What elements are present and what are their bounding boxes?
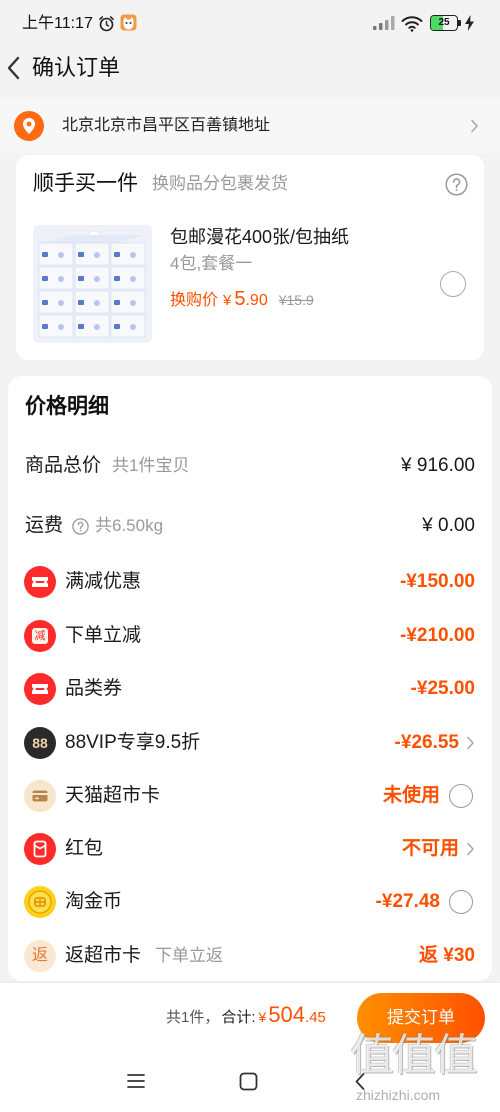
row-value: -¥25.00	[410, 678, 475, 699]
row-label: 商品总价	[25, 455, 102, 476]
gold-coin-radio[interactable]	[449, 890, 473, 914]
row-label: 88VIP专享9.5折	[65, 732, 201, 753]
row-label: 返超市卡	[65, 945, 142, 966]
gold-coin-icon	[24, 886, 56, 918]
row-label: 下单立减	[65, 625, 142, 646]
wifi-icon	[401, 16, 423, 32]
app-notification-icon	[120, 14, 137, 31]
back-nav-icon[interactable]	[354, 1072, 366, 1091]
row-value: ¥ 0.00	[422, 515, 475, 536]
price-row-red-packet[interactable]: 红包 不可用	[8, 827, 492, 871]
menu-icon[interactable]	[126, 1073, 146, 1089]
submit-order-button[interactable]: 提交订单	[357, 993, 485, 1043]
coupon-icon	[24, 566, 56, 598]
total-label: 合计:	[221, 1009, 256, 1026]
row-value: 未使用	[382, 785, 440, 806]
location-pin-icon	[14, 111, 44, 141]
back-icon[interactable]	[4, 55, 24, 81]
supermarket-card-radio[interactable]	[449, 784, 473, 808]
row-value: -¥27.48	[375, 891, 440, 912]
battery-indicator: 25	[430, 15, 461, 31]
status-time: 上午11:17	[22, 15, 93, 32]
price-row-88vip[interactable]: 88 88VIP专享9.5折 -¥26.55	[8, 721, 492, 765]
original-price: ¥15.9	[278, 292, 314, 308]
add-on-card: 顺手买一件 换购品分包裹发货 包邮漫花400张/包抽纸 4包,套餐一 换购价 ¥…	[16, 155, 484, 360]
row-sublabel: 下单立返	[155, 946, 223, 965]
add-on-select-radio[interactable]	[440, 271, 466, 297]
order-confirm-screen: 上午11:17 25 确认订单 北京北京市昌平区百善镇地址 顺手买一件 换购品分…	[0, 0, 500, 1112]
add-on-subtitle: 换购品分包裹发货	[152, 174, 288, 193]
row-value: 不可用	[401, 838, 459, 859]
product-image[interactable]	[33, 225, 152, 343]
price-currency: ¥	[223, 292, 232, 309]
checkout-bar: 共1件， 合计: ¥ 504 .45 提交订单	[0, 983, 500, 1050]
price-detail-card: 价格明细 商品总价 共1件宝贝 ¥ 916.00 运费 共6.50kg ¥ 0.…	[8, 376, 492, 981]
row-label: 品类券	[65, 678, 123, 699]
instant-discount-icon-text: 减	[32, 628, 48, 644]
total-integer: 504	[268, 1002, 306, 1027]
price-row-instant-discount: 减 下单立减 -¥210.00	[8, 614, 492, 658]
price-row-goods-total: 商品总价 共1件宝贝 ¥ 916.00	[8, 444, 492, 488]
chevron-right-icon	[471, 119, 478, 133]
product-spec: 4包,套餐一	[170, 254, 253, 273]
help-icon[interactable]	[72, 518, 89, 535]
row-label: 运费	[25, 515, 64, 536]
price-row-category-coupon: 品类券 -¥25.00	[8, 667, 492, 711]
product-name[interactable]: 包邮漫花400张/包抽纸	[170, 225, 349, 249]
chevron-right-icon[interactable]	[466, 842, 475, 856]
row-sublabel: 共6.50kg	[95, 516, 164, 535]
category-coupon-icon	[24, 673, 56, 705]
home-icon[interactable]	[239, 1072, 258, 1091]
price-label: 换购价	[170, 292, 219, 309]
row-value: ¥ 916.00	[401, 455, 475, 476]
address-text: 北京北京市昌平区百善镇地址	[62, 117, 271, 134]
rebate-icon: 返	[24, 940, 56, 972]
rebate-icon-text: 返	[31, 947, 48, 964]
total-currency: ¥	[258, 1009, 267, 1025]
charging-icon	[465, 15, 474, 31]
price-detail-title: 价格明细	[25, 395, 109, 418]
help-icon[interactable]	[445, 173, 468, 196]
vip-88-icon-text: 88	[32, 735, 48, 751]
order-total: 共1件， 合计: ¥ 504 .45	[166, 1002, 326, 1032]
red-packet-icon	[24, 833, 56, 865]
supermarket-card-icon	[24, 780, 56, 812]
row-label: 红包	[65, 838, 104, 859]
price-decimal: .90	[245, 292, 268, 309]
battery-level: 25	[438, 17, 450, 28]
row-value: -¥26.55	[394, 732, 459, 753]
row-value: -¥210.00	[399, 625, 475, 646]
row-value: -¥150.00	[399, 571, 475, 592]
price-row-rebate-card: 返 返超市卡 下单立返 返 ¥30	[8, 934, 492, 978]
system-nav-bar	[0, 1050, 500, 1112]
chevron-right-icon[interactable]	[466, 736, 475, 750]
row-label: 天猫超市卡	[65, 785, 161, 806]
address-bar[interactable]: 北京北京市昌平区百善镇地址	[0, 99, 500, 153]
price-row-supermarket-card[interactable]: 天猫超市卡 未使用	[8, 774, 492, 818]
page-title: 确认订单	[32, 55, 121, 80]
alarm-icon	[99, 16, 114, 32]
instant-discount-icon: 减	[24, 620, 56, 652]
status-bar: 上午11:17 25	[0, 0, 500, 46]
price-row-shipping: 运费 共6.50kg ¥ 0.00	[8, 504, 492, 548]
price-row-gold-coin[interactable]: 淘金币 -¥27.48	[8, 880, 492, 924]
row-label: 淘金币	[65, 891, 123, 912]
row-sublabel: 共1件宝贝	[112, 456, 190, 475]
add-on-title: 顺手买一件	[33, 172, 138, 195]
total-decimal: .45	[305, 1009, 326, 1026]
row-value: 返 ¥30	[419, 945, 475, 966]
product-price: 换购价 ¥ 5 .90 ¥15.9	[170, 286, 314, 314]
signal-icon	[373, 16, 395, 30]
item-count: 共1件，	[166, 1009, 220, 1026]
vip-88-icon: 88	[24, 727, 56, 759]
price-row-full-reduction: 满减优惠 -¥150.00	[8, 560, 492, 604]
row-label: 满减优惠	[65, 571, 142, 592]
price-integer: 5	[234, 288, 246, 310]
